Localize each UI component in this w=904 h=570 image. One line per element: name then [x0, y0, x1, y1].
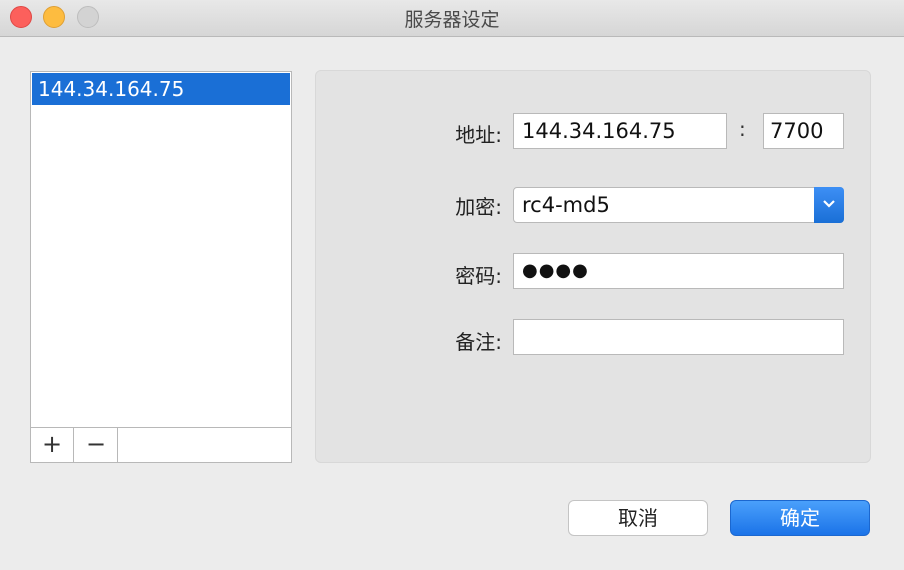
- encryption-value: rc4-md5: [522, 193, 610, 217]
- add-server-button[interactable]: +: [31, 428, 74, 462]
- server-settings-window: 服务器设定 144.34.164.75 + − 地址: 144.34.164.7…: [0, 0, 904, 570]
- encryption-select[interactable]: rc4-md5: [513, 187, 844, 223]
- address-field[interactable]: 144.34.164.75: [513, 113, 727, 149]
- server-list-item[interactable]: 144.34.164.75: [32, 73, 290, 105]
- cancel-button[interactable]: 取消: [568, 500, 708, 536]
- server-list[interactable]: 144.34.164.75 + −: [30, 71, 292, 463]
- chevron-down-icon[interactable]: [814, 187, 844, 223]
- note-label: 备注:: [455, 330, 502, 354]
- server-list-toolbar: + −: [31, 427, 291, 462]
- password-field[interactable]: ●●●●: [513, 253, 844, 289]
- window-title: 服务器设定: [404, 9, 500, 31]
- encryption-label: 加密:: [455, 195, 502, 219]
- address-label: 地址:: [455, 123, 502, 147]
- title-bar[interactable]: 服务器设定: [0, 0, 904, 37]
- server-details-panel: 地址: 144.34.164.75 : 7700 加密: rc4-md5 密码:…: [315, 70, 871, 463]
- port-field[interactable]: 7700: [763, 113, 844, 149]
- port-separator: :: [739, 117, 746, 141]
- ok-button[interactable]: 确定: [730, 500, 870, 536]
- remove-server-button[interactable]: −: [75, 428, 118, 462]
- note-field[interactable]: [513, 319, 844, 355]
- password-label: 密码:: [455, 264, 502, 288]
